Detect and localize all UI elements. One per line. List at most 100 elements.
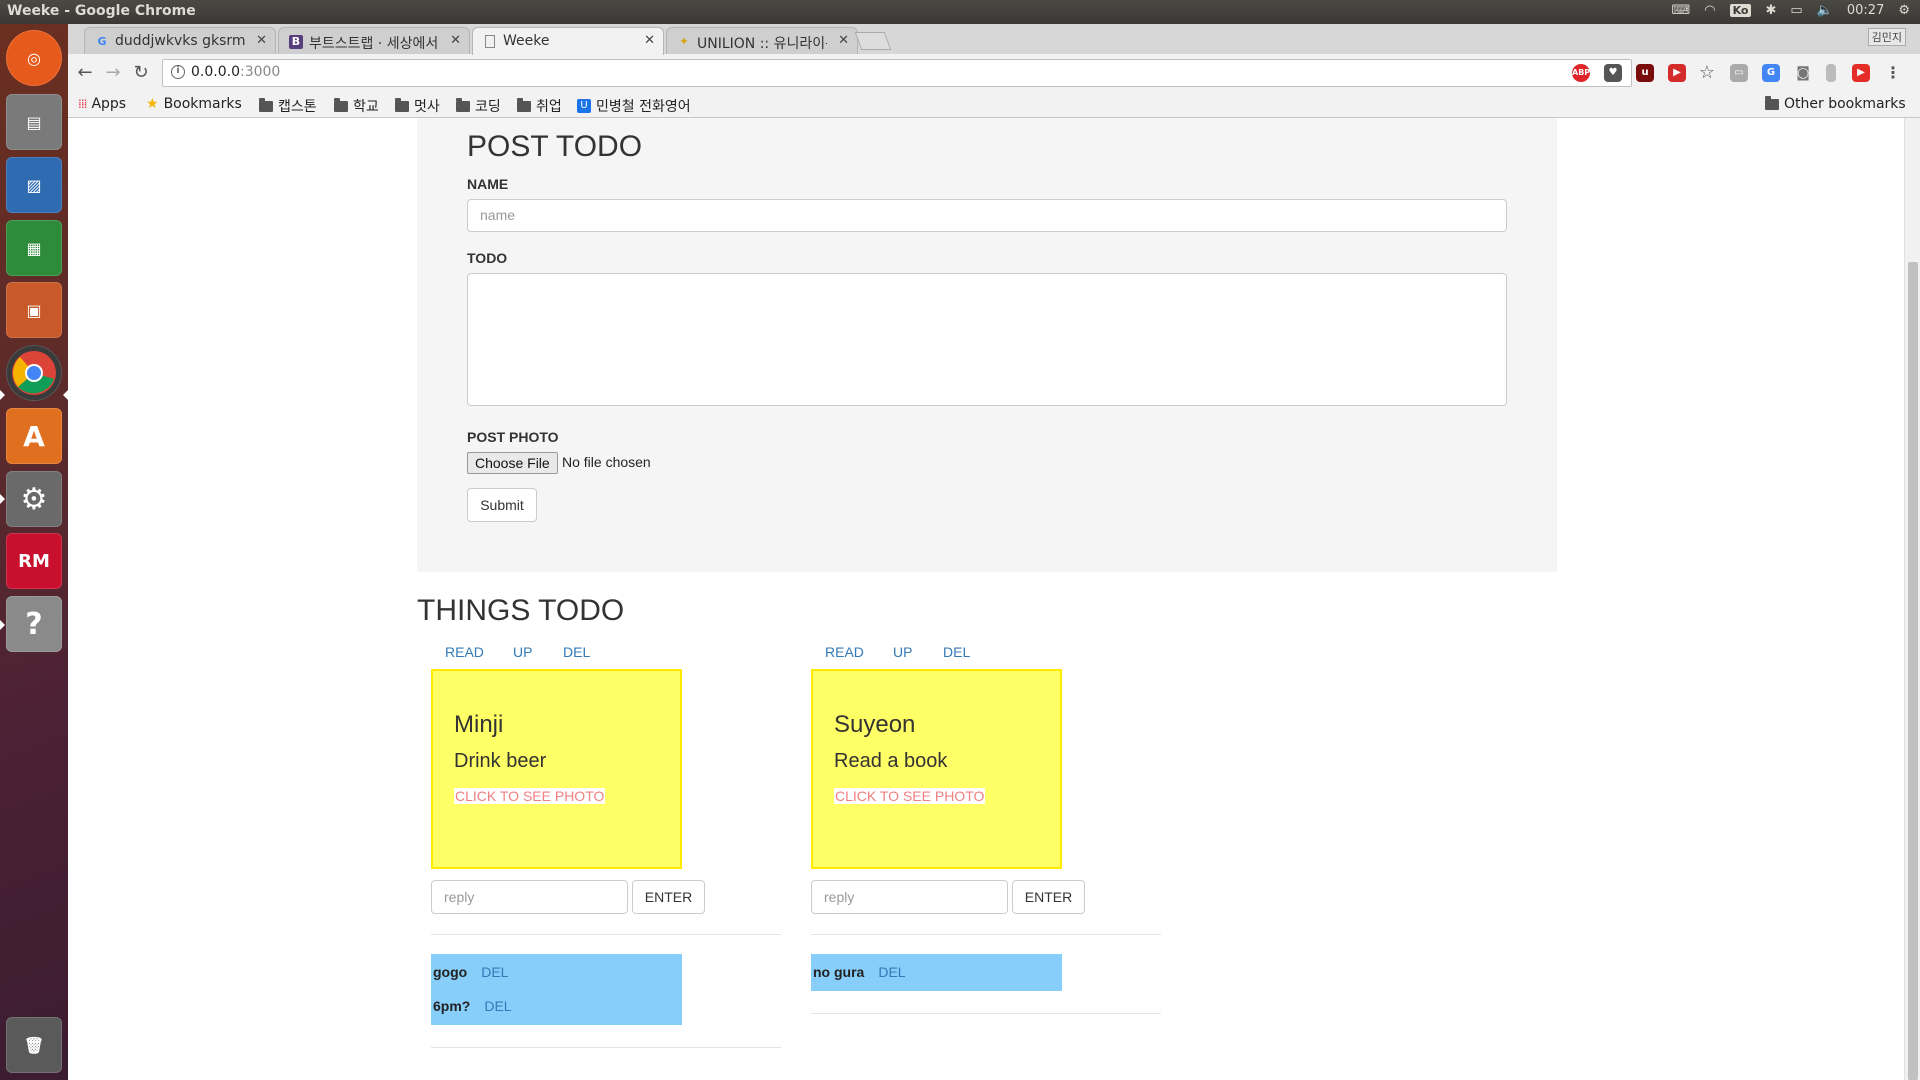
bookmark-folder-meotsa[interactable]: 멋사 <box>395 96 440 116</box>
enter-button[interactable]: ENTER <box>1012 880 1085 914</box>
tab-unilion[interactable]: ✦ UNILION :: 유니라이온 ✕ <box>666 27 858 54</box>
extension-gray-icon[interactable]: ▭ <box>1730 64 1748 82</box>
see-photo-link[interactable]: CLICK TO SEE PHOTO <box>834 788 986 804</box>
camera-icon[interactable]: ◙ <box>1794 64 1812 82</box>
reload-icon[interactable]: ↻ <box>130 62 152 84</box>
volume-icon[interactable]: 🔈 <box>1817 3 1833 18</box>
submit-button[interactable]: Submit <box>467 488 537 522</box>
settings-gear-icon[interactable]: ⚙ <box>1898 3 1910 18</box>
things-todo-heading: THINGS TODO <box>417 594 625 627</box>
del-link[interactable]: DEL <box>943 644 970 660</box>
close-tab-icon[interactable]: ✕ <box>644 33 655 48</box>
system-tray: ⌨ ◠ Ko ✱ ▭ 🔈 00:27 ⚙ <box>1671 3 1910 18</box>
ubuntu-dash-icon[interactable]: ◎ <box>6 30 62 86</box>
bookmark-apps[interactable]: ⁞⁞⁞ Apps <box>78 96 126 112</box>
close-tab-icon[interactable]: ✕ <box>256 33 267 48</box>
lion-icon: ✦ <box>679 35 689 48</box>
reply-input[interactable]: reply <box>811 880 1008 914</box>
file-status: No file chosen <box>562 454 651 470</box>
bookmark-folder-school[interactable]: 학교 <box>334 96 379 116</box>
reply-input[interactable]: reply <box>431 880 628 914</box>
adblock-icon[interactable]: ABP <box>1572 64 1590 82</box>
info-icon[interactable]: i <box>171 65 185 79</box>
wifi-icon[interactable]: ◠ <box>1704 3 1715 18</box>
youtube-icon[interactable]: ▶ <box>1852 64 1870 82</box>
bluetooth-icon[interactable]: ✱ <box>1765 3 1776 18</box>
post-todo-heading: POST TODO <box>467 130 643 163</box>
profile-button[interactable]: 김민지 <box>1867 28 1906 46</box>
running-indicator-2 <box>0 494 5 504</box>
bookmark-folder-jobs[interactable]: 취업 <box>517 96 562 116</box>
comment-list: no gura DEL <box>811 954 1062 991</box>
trash-icon[interactable]: 🗑 <box>6 1017 62 1073</box>
todo-note: Suyeon Read a book CLICK TO SEE PHOTO <box>811 669 1062 869</box>
divider <box>811 934 1161 935</box>
back-arrow-icon[interactable]: ← <box>74 62 96 84</box>
name-input[interactable]: name <box>467 199 1507 232</box>
tab-bootstrap[interactable]: B 부트스트랩 · 세상에서 ✕ <box>278 27 470 54</box>
u-badge-icon: U <box>577 99 591 113</box>
files-icon[interactable]: ▤ <box>6 94 62 150</box>
folder-icon <box>259 97 273 112</box>
close-tab-icon[interactable]: ✕ <box>838 33 849 48</box>
comment-del-link[interactable]: DEL <box>878 964 905 980</box>
software-center-icon[interactable]: A <box>6 408 62 464</box>
todo-text: Read a book <box>834 750 948 772</box>
comment-del-link[interactable]: DEL <box>484 998 511 1014</box>
comment-item: no gura DEL <box>813 964 906 980</box>
ublock-icon[interactable]: u <box>1636 64 1654 82</box>
bookmark-phone-english[interactable]: U 민병철 전화영어 <box>577 96 691 116</box>
bookmark-folder-capstone[interactable]: 캡스톤 <box>259 96 317 116</box>
folder-icon <box>517 97 531 112</box>
tab-strip: G duddjwkvks gksrm ✕ B 부트스트랩 · 세상에서 ✕ We… <box>68 24 1920 55</box>
del-link[interactable]: DEL <box>563 644 590 660</box>
up-link[interactable]: UP <box>513 644 532 660</box>
close-tab-icon[interactable]: ✕ <box>450 33 461 48</box>
todo-label: TODO <box>467 250 508 266</box>
pocket-icon[interactable]: ♥ <box>1604 64 1622 82</box>
name-label: NAME <box>467 176 509 192</box>
enter-button[interactable]: ENTER <box>632 880 705 914</box>
extension-bar-icon[interactable] <box>1826 64 1836 82</box>
up-link[interactable]: UP <box>893 644 912 660</box>
comment-item: gogo DEL <box>433 964 509 980</box>
translate-icon[interactable]: G <box>1762 64 1780 82</box>
system-settings-icon[interactable]: ⚙ <box>6 471 62 527</box>
comment-del-link[interactable]: DEL <box>481 964 508 980</box>
input-method-indicator[interactable]: Ko <box>1729 4 1752 17</box>
choose-file-button[interactable]: Choose File <box>467 452 558 474</box>
new-tab-button[interactable] <box>854 32 892 50</box>
page-scrollbar[interactable] <box>1904 118 1920 1080</box>
clock[interactable]: 00:27 <box>1847 3 1884 18</box>
divider <box>811 1013 1161 1014</box>
rubymine-icon[interactable]: RM <box>6 533 62 589</box>
tab-weeke[interactable]: Weeke ✕ <box>472 27 664 55</box>
document-icon <box>485 35 495 48</box>
bookmark-folder-coding[interactable]: 코딩 <box>456 96 501 116</box>
presentation-icon[interactable]: ▣ <box>6 282 62 338</box>
read-link[interactable]: READ <box>825 644 864 660</box>
tab-google[interactable]: G duddjwkvks gksrm ✕ <box>84 27 276 54</box>
forward-arrow-icon[interactable]: → <box>102 62 124 84</box>
todo-note: Minji Drink beer CLICK TO SEE PHOTO <box>431 669 682 869</box>
battery-icon[interactable]: ▭ <box>1790 3 1802 18</box>
chrome-icon[interactable] <box>6 345 62 401</box>
address-bar[interactable]: i 0.0.0.0:3000 <box>162 59 1632 87</box>
keyboard-layout-icon[interactable]: ⌨ <box>1671 3 1690 18</box>
image-viewer-icon[interactable]: ▨ <box>6 157 62 213</box>
google-icon: G <box>97 35 107 48</box>
unknown-app-icon[interactable]: ? <box>6 596 62 652</box>
todo-text: Drink beer <box>454 750 547 772</box>
divider <box>431 934 781 935</box>
folder-icon <box>456 97 470 112</box>
spreadsheet-icon[interactable]: ▦ <box>6 220 62 276</box>
bookmark-bookmarks[interactable]: ★ Bookmarks <box>146 96 242 112</box>
see-photo-link[interactable]: CLICK TO SEE PHOTO <box>454 788 606 804</box>
read-link[interactable]: READ <box>445 644 484 660</box>
menu-dots-icon[interactable]: ⋮ <box>1884 64 1902 82</box>
scrollbar-thumb[interactable] <box>1908 262 1918 1080</box>
extension-red-icon[interactable]: ▶ <box>1668 64 1686 82</box>
other-bookmarks[interactable]: Other bookmarks <box>1765 95 1906 112</box>
todo-textarea[interactable] <box>467 273 1507 406</box>
bookmark-star-icon[interactable]: ☆ <box>1698 64 1716 82</box>
